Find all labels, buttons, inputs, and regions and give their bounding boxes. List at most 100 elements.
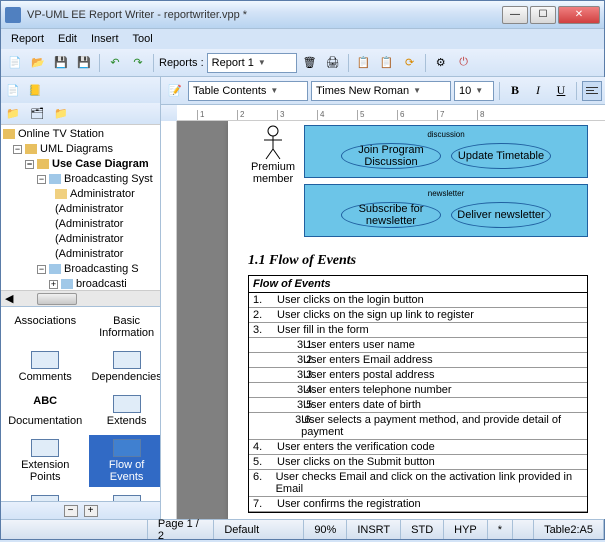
palette-comments[interactable]: Comments: [5, 347, 85, 387]
status-std[interactable]: STD: [401, 520, 444, 539]
menubar: Report Edit Insert Tool: [1, 29, 604, 49]
palette-includes[interactable]: Includes: [89, 491, 160, 501]
flow-row[interactable]: 3.5.User enters date of birth: [249, 398, 587, 413]
prev-button[interactable]: −: [64, 505, 78, 517]
left-panel: 📄 📒 📁 🗂 📁 Online TV Station −UML Diagram…: [1, 77, 161, 519]
palette-extends[interactable]: Extends: [89, 391, 160, 431]
menu-insert[interactable]: Insert: [85, 31, 125, 47]
power-icon[interactable]: ⏻: [454, 53, 474, 73]
actor-premium-member: Premium member: [248, 125, 298, 185]
status-bar: Page 1 / 2 Default 90% INSRT STD HYP * T…: [1, 519, 604, 539]
document-canvas[interactable]: Premium member discussion Join Program D…: [161, 121, 605, 519]
status-insert[interactable]: INSRT: [347, 520, 401, 539]
tree-toolbar: 📄 📒: [1, 77, 160, 103]
export-icon[interactable]: 📋: [354, 53, 374, 73]
print-icon[interactable]: 🖨: [323, 53, 343, 73]
flow-row[interactable]: 6.User checks Email and click on the act…: [249, 470, 587, 497]
size-combo[interactable]: 10▼: [454, 81, 494, 101]
flow-row[interactable]: 4.User enters the verification code: [249, 440, 587, 455]
open-icon[interactable]: 📂: [28, 53, 48, 73]
palette-associations[interactable]: Associations: [5, 311, 85, 343]
tree-panel: 📄 📒 📁 🗂 📁 Online TV Station −UML Diagram…: [1, 77, 160, 307]
flow-row[interactable]: 3.4.User enters telephone number: [249, 383, 587, 398]
status-cell-ref[interactable]: Table2:A5: [534, 520, 604, 539]
flow-row[interactable]: 2.User clicks on the sign up link to reg…: [249, 308, 587, 323]
titlebar: VP-UML EE Report Writer - reportwriter.v…: [1, 1, 604, 29]
usecase-update-timetable: Update Timetable: [451, 143, 551, 169]
italic-button[interactable]: I: [528, 81, 548, 101]
palette-extension-points[interactable]: Extension Points: [5, 435, 85, 487]
tree-scrollbar[interactable]: ◀: [1, 290, 160, 306]
font-combo[interactable]: Times New Roman▼: [311, 81, 451, 101]
usecase-deliver: Deliver newsletter: [451, 202, 551, 228]
minimize-button[interactable]: —: [502, 6, 528, 24]
status-zoom[interactable]: 90%: [304, 520, 347, 539]
palette-panel: Associations Basic Information Comments …: [1, 307, 160, 501]
palette-footer: − +: [1, 501, 160, 519]
next-button[interactable]: +: [84, 505, 98, 517]
save-icon[interactable]: 💾: [51, 53, 71, 73]
status-hyp[interactable]: HYP: [444, 520, 488, 539]
page[interactable]: Premium member discussion Join Program D…: [228, 121, 605, 519]
separator: [99, 54, 100, 72]
flow-row[interactable]: 3.6.User selects a payment method, and p…: [249, 413, 587, 440]
flow-row[interactable]: 7.User confirms the registration: [249, 497, 587, 512]
options-icon[interactable]: ⚙: [431, 53, 451, 73]
flow-row[interactable]: 5.User clicks on the Submit button: [249, 455, 587, 470]
model-tree[interactable]: Online TV Station −UML Diagrams −Use Cas…: [1, 125, 160, 290]
refresh-icon[interactable]: ⟳: [400, 53, 420, 73]
flow-row[interactable]: 1.User clicks on the login button: [249, 293, 587, 308]
redo-icon[interactable]: ↷: [128, 53, 148, 73]
export2-icon[interactable]: 📋: [377, 53, 397, 73]
section-heading[interactable]: 1.1 Flow of Events: [248, 253, 588, 269]
window-title: VP-UML EE Report Writer - reportwriter.v…: [27, 9, 500, 21]
menu-tool[interactable]: Tool: [127, 31, 159, 47]
reports-combo[interactable]: Report 1▼: [207, 53, 297, 73]
editor-toolbar: 📝 Table Contents▼ Times New Roman▼ 10▼ B…: [161, 77, 605, 105]
tree-btn3[interactable]: 📁: [51, 104, 71, 124]
underline-button[interactable]: U: [551, 81, 571, 101]
newsletter-group: newsletter Subscribe for newsletter Deli…: [304, 184, 588, 237]
bold-button[interactable]: B: [505, 81, 525, 101]
flow-row[interactable]: 3.User fill in the form: [249, 323, 587, 338]
palette-generalizations[interactable]: Generalizations: [5, 491, 85, 501]
new-icon[interactable]: 📄: [5, 53, 25, 73]
palette-basic-info[interactable]: Basic Information: [89, 311, 160, 343]
use-case-diagram: Premium member discussion Join Program D…: [248, 125, 588, 243]
tree-toolbar2: 📁 🗂 📁: [1, 103, 160, 125]
app-icon: [5, 7, 21, 23]
discussion-group: discussion Join Program Discussion Updat…: [304, 125, 588, 178]
table-header: Flow of Events: [249, 276, 587, 293]
flow-of-events-table[interactable]: Flow of Events 1.User clicks on the logi…: [248, 275, 588, 513]
status-style[interactable]: Default: [214, 520, 304, 539]
close-button[interactable]: ✕: [558, 6, 600, 24]
palette-flow-of-events[interactable]: Flow of Events: [89, 435, 160, 487]
flow-row[interactable]: 3.2.User enters Email address: [249, 353, 587, 368]
horizontal-ruler[interactable]: 12345678: [177, 105, 605, 121]
folder-icon[interactable]: 📒: [25, 80, 45, 100]
status-sel[interactable]: *: [488, 520, 513, 539]
flow-row[interactable]: 3.1.User enters user name: [249, 338, 587, 353]
maximize-button[interactable]: ☐: [530, 6, 556, 24]
reports-label: Reports :: [159, 57, 204, 69]
usecase-subscribe: Subscribe for newsletter: [341, 202, 441, 228]
flow-row[interactable]: 3.3.User enters postal address: [249, 368, 587, 383]
status-page[interactable]: Page 1 / 2: [148, 520, 214, 539]
align-left-button[interactable]: [582, 81, 602, 101]
usecase-join-discussion: Join Program Discussion: [341, 143, 441, 169]
menu-report[interactable]: Report: [5, 31, 50, 47]
mode-icon[interactable]: 📝: [165, 81, 185, 101]
palette-dependencies[interactable]: Dependencies: [89, 347, 160, 387]
vertical-ruler[interactable]: [161, 121, 177, 519]
save-as-icon[interactable]: 💾: [74, 53, 94, 73]
tree-btn2[interactable]: 🗂: [27, 104, 47, 124]
menu-edit[interactable]: Edit: [52, 31, 83, 47]
undo-icon[interactable]: ↶: [105, 53, 125, 73]
separator: [425, 54, 426, 72]
style-combo[interactable]: Table Contents▼: [188, 81, 308, 101]
palette-documentation[interactable]: ABCDocumentation: [5, 391, 85, 431]
delete-icon[interactable]: 🗑: [300, 53, 320, 73]
doc-icon[interactable]: 📄: [3, 80, 23, 100]
tree-btn1[interactable]: 📁: [3, 104, 23, 124]
main-toolbar: 📄 📂 💾 💾 ↶ ↷ Reports : Report 1▼ 🗑 🖨 📋 📋 …: [1, 49, 604, 77]
